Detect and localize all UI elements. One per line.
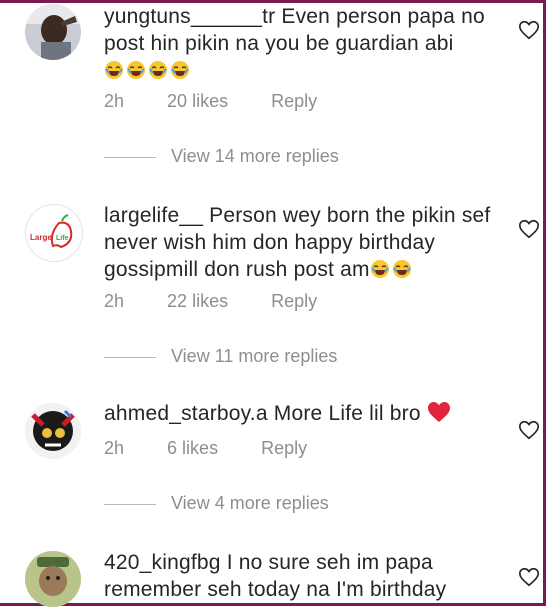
comment-username[interactable]: ahmed_starboy.a	[104, 402, 268, 425]
comment-time: 2h	[104, 291, 125, 311]
laugh-emoji-icon	[370, 260, 389, 278]
view-replies-label[interactable]: View 14 more replies	[171, 146, 339, 167]
avatar[interactable]	[25, 551, 81, 607]
comment-meta: 2h 22 likes Reply	[104, 291, 355, 312]
reply-button[interactable]: Reply	[271, 91, 317, 111]
svg-text:Large: Large	[30, 233, 52, 242]
comment-likes[interactable]: 6 likes	[167, 438, 218, 458]
laugh-emoji-icon	[127, 61, 145, 79]
laugh-emoji-icon	[171, 61, 189, 79]
reply-button[interactable]: Reply	[261, 438, 307, 458]
comment-likes[interactable]: 20 likes	[167, 91, 228, 111]
laugh-emoji-icon	[105, 61, 123, 79]
avatar-image	[25, 551, 81, 607]
avatar[interactable]	[25, 403, 81, 459]
comment-body: More Life lil bro	[273, 402, 421, 425]
comment-text: largelife__ Person wey born the pikin se…	[104, 202, 496, 283]
comment-text: yungtuns______tr Even person papa no pos…	[104, 3, 496, 84]
avatar[interactable]	[25, 4, 81, 60]
like-heart-icon[interactable]	[518, 19, 540, 41]
comment-likes[interactable]: 22 likes	[167, 291, 228, 311]
comment-time: 2h	[104, 91, 125, 111]
like-heart-icon[interactable]	[518, 566, 540, 588]
comment-username[interactable]: largelife__	[104, 204, 203, 227]
view-replies-label[interactable]: View 11 more replies	[171, 346, 337, 367]
reply-button[interactable]: Reply	[271, 291, 317, 311]
comment-meta: 2h 6 likes Reply	[104, 438, 345, 459]
red-heart-emoji-icon	[427, 402, 450, 422]
view-replies-label[interactable]: View 4 more replies	[171, 493, 329, 514]
avatar-image	[25, 4, 81, 60]
svg-text:Life: Life	[56, 235, 69, 242]
comment-username[interactable]: yungtuns______tr	[104, 5, 275, 28]
like-heart-icon[interactable]	[518, 218, 540, 240]
avatar[interactable]: Large Life	[25, 204, 83, 262]
replies-divider	[104, 157, 156, 158]
comment-text: 420_kingfbg I no sure seh im papa rememb…	[104, 549, 496, 603]
comment-time: 2h	[104, 438, 125, 458]
laugh-emoji-row	[104, 59, 192, 82]
replies-divider	[104, 357, 156, 358]
comment-meta: 2h 20 likes Reply	[104, 91, 355, 112]
replies-divider	[104, 504, 156, 505]
comment-username[interactable]: 420_kingfbg	[104, 551, 221, 574]
large-life-logo: Large Life	[27, 206, 81, 260]
avatar-image	[25, 403, 81, 459]
like-heart-icon[interactable]	[518, 419, 540, 441]
laugh-emoji-icon	[149, 61, 167, 79]
laugh-emoji-icon	[392, 260, 411, 278]
comment-text: ahmed_starboy.a More Life lil bro	[104, 400, 496, 427]
